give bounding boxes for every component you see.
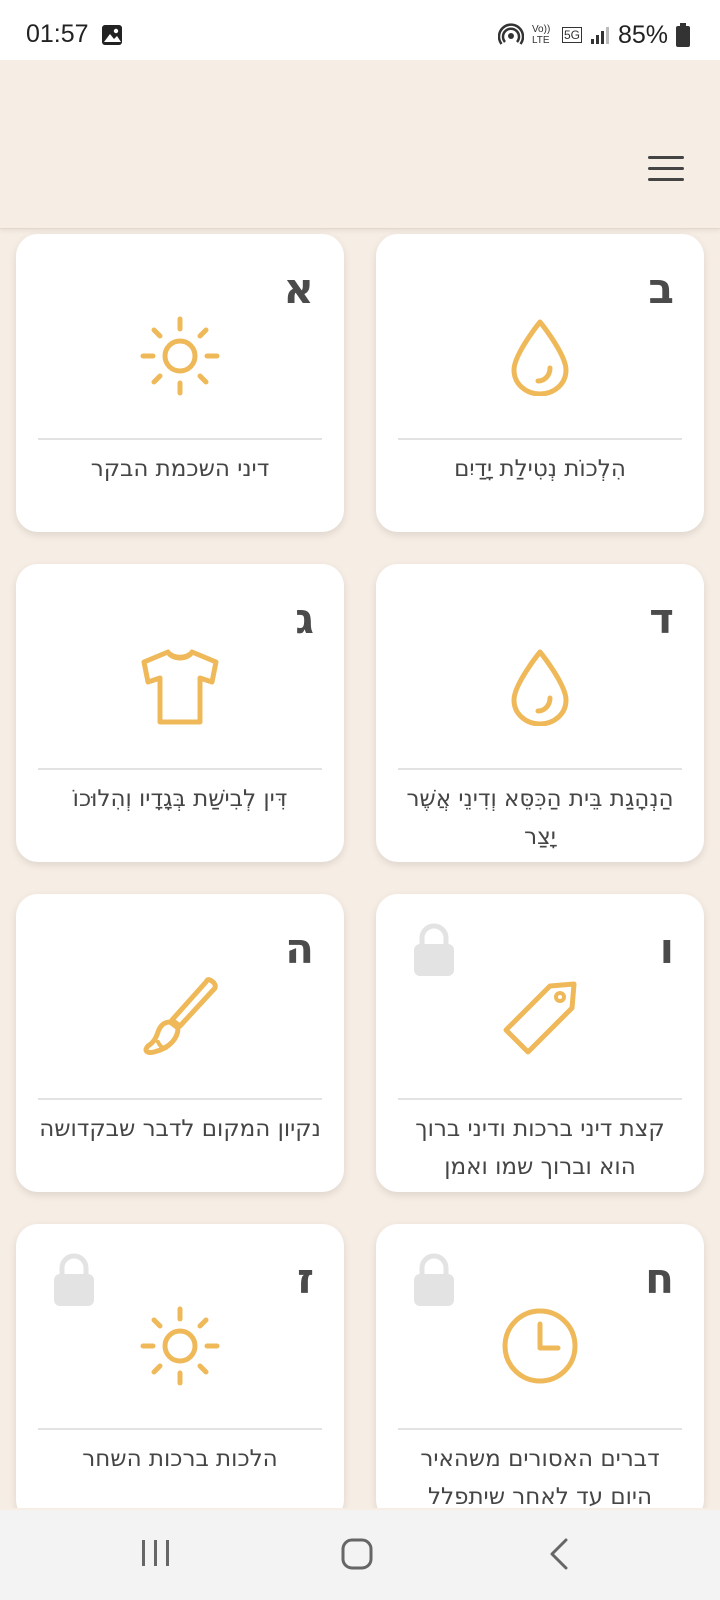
sun-icon <box>140 1306 220 1386</box>
card-letter: ו <box>659 924 674 973</box>
status-bar: 01:57 Vo)) LTE 5G 85% <box>0 0 720 60</box>
sun-icon <box>140 316 220 396</box>
signal-icon <box>590 27 609 44</box>
battery-percentage: 85% <box>617 20 668 49</box>
card-divider <box>38 1098 322 1100</box>
system-nav-bar <box>0 1510 720 1600</box>
card-title: הַנְהָגַת בֵּית הַכִּסֵּא וְדִינֵי אֲשֶׁ… <box>406 786 674 850</box>
topic-card[interactable]: ד הַנְהָגַת בֵּית הַכִּסֵּא וְדִינֵי אֲש… <box>376 564 704 862</box>
card-letter: א <box>283 264 314 313</box>
gallery-icon <box>102 25 122 45</box>
brush-icon <box>143 977 218 1055</box>
card-divider <box>38 438 322 440</box>
topic-card[interactable]: ב הִלְכוֹת נְטִילַת יָדַיִם <box>376 234 704 532</box>
card-divider <box>398 768 682 770</box>
card-divider <box>398 438 682 440</box>
card-letter: ג <box>295 594 314 643</box>
lock-icon <box>414 1253 454 1306</box>
network-5g-icon: 5G <box>561 27 582 43</box>
drop-icon <box>511 319 569 396</box>
card-divider <box>38 1428 322 1430</box>
card-title: נקיון המקום לדבר שבקדושה <box>39 1116 321 1142</box>
home-icon[interactable] <box>341 1538 373 1570</box>
card-letter: ח <box>645 1254 674 1303</box>
card-divider <box>38 768 322 770</box>
card-title: דברים האסורים משהאיר היום עד לאחר שיתפלל <box>420 1446 660 1508</box>
card-letter: ז <box>297 1254 314 1303</box>
recents-icon[interactable] <box>140 1538 172 1568</box>
app-header <box>0 60 720 229</box>
card-divider <box>398 1428 682 1430</box>
battery-icon <box>676 23 690 47</box>
topic-card[interactable]: ז הלכות ברכות השחר <box>16 1224 344 1508</box>
status-time: 01:57 <box>26 20 89 48</box>
card-title: הלכות ברכות השחר <box>82 1446 278 1472</box>
status-indicators: Vo)) LTE 5G 85% <box>497 20 690 50</box>
card-title: הִלְכוֹת נְטִילַת יָדַיִם <box>454 456 626 482</box>
drop-icon <box>511 649 569 726</box>
card-title: דיני השכמת הבקר <box>90 456 270 482</box>
lock-icon <box>414 923 454 976</box>
volte-icon: Vo)) LTE <box>531 24 551 46</box>
lock-icon <box>54 1253 94 1306</box>
topic-card[interactable]: א דיני השכמת הבקר <box>16 234 344 532</box>
topic-card[interactable]: ו קצת דיני ברכות ודיני ברוך הוא וברוך שמ… <box>376 894 704 1192</box>
hamburger-menu-icon[interactable] <box>648 156 684 184</box>
card-letter: ד <box>649 594 674 643</box>
card-title: קצת דיני ברכות ודיני ברוך הוא וברוך שמו … <box>415 1116 665 1180</box>
card-divider <box>398 1098 682 1100</box>
back-icon[interactable] <box>548 1538 570 1570</box>
shirt-icon <box>141 649 219 725</box>
card-letter: ב <box>648 264 674 313</box>
clock-icon <box>502 1308 578 1384</box>
tag-icon <box>503 981 577 1055</box>
hotspot-icon <box>497 23 524 45</box>
card-letter: ה <box>285 924 314 973</box>
topic-card[interactable]: ה נקיון המקום לדבר שבקדושה <box>16 894 344 1192</box>
card-title: דִּין לְבִישַׁת בְּגָדָיו וְהִלוּכוֹ <box>72 786 288 812</box>
topic-card[interactable]: ג דִּין לְבִישַׁת בְּגָדָיו וְהִלוּכוֹ <box>16 564 344 862</box>
topic-card[interactable]: ח דברים האסורים משהאיר היום עד לאחר שיתפ… <box>376 1224 704 1508</box>
topics-grid: ב הִלְכוֹת נְטִילַת יָדַיִם א דיני השכמת… <box>0 228 720 1508</box>
